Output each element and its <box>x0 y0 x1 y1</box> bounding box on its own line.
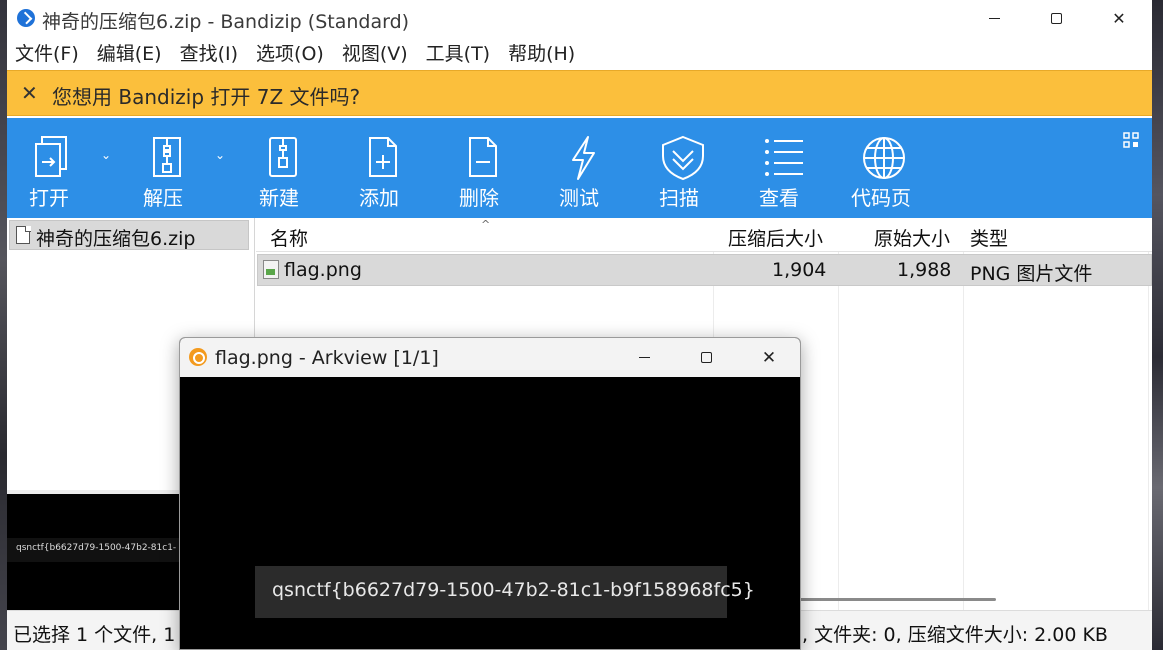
toolbar-delete-button[interactable]: 删除 <box>453 118 513 218</box>
toolbar-scan-label: 扫描 <box>659 186 699 210</box>
arkview-minimize-button[interactable] <box>612 338 676 377</box>
toolbar-view-button[interactable]: 查看 <box>753 118 813 218</box>
arkview-maximize-button[interactable] <box>674 338 738 377</box>
image-text-box: qsnctf{b6627d79-1500-47b2-81c1-b9f158968… <box>255 566 755 618</box>
bandizip-app-icon <box>17 9 35 27</box>
arkview-image-canvas[interactable]: qsnctf{b6627d79-1500-47b2-81c1-b9f158968… <box>180 377 800 649</box>
file-list-header: ^ 名称 压缩后大小 原始大小 类型 <box>256 218 1152 252</box>
toolbar-new-button[interactable]: 新建 <box>253 118 313 218</box>
menu-file[interactable]: 文件(F) <box>15 39 79 66</box>
codepage-globe-icon <box>863 137 905 179</box>
menu-edit[interactable]: 编辑(E) <box>97 39 162 66</box>
menu-view[interactable]: 视图(V) <box>342 39 408 66</box>
test-lightning-icon <box>572 136 595 180</box>
cell-type: PNG 图片文件 <box>970 263 1093 285</box>
extract-dropdown-arrow[interactable]: ⌄ <box>215 148 225 162</box>
minimize-icon <box>988 17 1000 19</box>
close-button[interactable]: ✕ <box>1087 0 1151 36</box>
column-header-type[interactable]: 类型 <box>970 224 1008 251</box>
toolbar-scan-button[interactable]: 扫描 <box>653 118 713 218</box>
table-row[interactable]: flag.png 1,904 1,988 PNG 图片文件 <box>257 254 1152 286</box>
open-icon <box>35 136 67 177</box>
arkview-title: flag.png - Arkview [1/1] <box>215 347 439 369</box>
toolbar-codepage-button[interactable]: 代码页 <box>847 118 921 218</box>
toolbar-open-button[interactable]: 打开 <box>23 118 83 218</box>
toolbar-extract-label: 解压 <box>143 186 183 210</box>
toolbar-codepage-label: 代码页 <box>851 186 911 210</box>
tree-item-label: 神奇的压缩包6.zip <box>36 228 196 250</box>
cell-original-size: 1,988 <box>897 259 952 281</box>
tree-item-archive[interactable]: 神奇的压缩包6.zip <box>9 220 249 250</box>
status-archive-info: , 文件夹: 0, 压缩文件大小: 2.00 KB <box>802 624 1108 646</box>
toolbar-test-button[interactable]: 测试 <box>553 118 613 218</box>
open-dropdown-arrow[interactable]: ⌄ <box>101 148 111 162</box>
minimize-icon <box>638 357 650 358</box>
image-flag-text: qsnctf{b6627d79-1500-47b2-81c1-b9f158968… <box>272 579 755 601</box>
menu-tools[interactable]: 工具(T) <box>426 39 490 66</box>
toolbar-delete-label: 删除 <box>459 186 499 210</box>
menu-find[interactable]: 查找(I) <box>180 39 238 66</box>
horizontal-scrollbar[interactable] <box>776 598 996 601</box>
archive-file-icon <box>16 225 31 244</box>
column-header-original-size[interactable]: 原始大小 <box>874 224 950 251</box>
window-title: 神奇的压缩包6.zip - Bandizip (Standard) <box>42 11 410 33</box>
column-header-name[interactable]: 名称 <box>270 224 308 251</box>
notification-text[interactable]: 您想用 Bandizip 打开 7Z 文件吗? <box>52 81 360 110</box>
toolbar-new-label: 新建 <box>259 186 299 210</box>
close-icon: ✕ <box>761 347 777 368</box>
maximize-icon <box>700 352 712 363</box>
delete-file-icon <box>469 137 497 177</box>
preview-thumbnail-text: qsnctf{b6627d79-1500-47b2-81c1- <box>16 543 177 553</box>
scan-shield-icon <box>662 135 704 181</box>
toolbar-extract-button[interactable]: 解压 <box>137 118 197 218</box>
arkview-app-icon <box>189 348 207 366</box>
minimize-button[interactable] <box>962 0 1026 36</box>
cell-compressed-size: 1,904 <box>772 259 827 281</box>
toolbar-test-label: 测试 <box>559 186 599 210</box>
arkview-title-bar[interactable]: flag.png - Arkview [1/1] ✕ <box>180 338 800 377</box>
column-header-compressed-size[interactable]: 压缩后大小 <box>728 224 823 251</box>
maximize-button[interactable] <box>1024 0 1088 36</box>
main-toolbar: 打开 ⌄ 解压 ⌄ 新建 添加 删除 测试 扫描 查看 代码页 <box>7 118 1152 218</box>
title-bar[interactable]: 神奇的压缩包6.zip - Bandizip (Standard) ✕ <box>7 0 1152 36</box>
arkview-close-button[interactable]: ✕ <box>737 338 800 377</box>
menu-bar: 文件(F) 编辑(E) 查找(I) 选项(O) 视图(V) 工具(T) 帮助(H… <box>7 36 1152 68</box>
notification-close-icon[interactable]: ✕ <box>21 81 38 105</box>
cell-name: flag.png <box>284 259 362 281</box>
layout-grid-icon[interactable] <box>1123 132 1139 148</box>
extract-icon <box>153 137 181 177</box>
toolbar-add-label: 添加 <box>359 186 399 210</box>
view-list-icon <box>765 139 803 176</box>
toolbar-add-button[interactable]: 添加 <box>353 118 413 218</box>
add-file-icon <box>369 137 397 177</box>
association-notification-bar: ✕ 您想用 Bandizip 打开 7Z 文件吗? <box>7 70 1152 116</box>
status-selection-text: 已选择 1 个文件, 1 <box>13 624 176 646</box>
new-archive-icon <box>269 137 297 177</box>
toolbar-open-label: 打开 <box>29 186 69 210</box>
toolbar-view-label: 查看 <box>759 186 799 210</box>
arkview-window: flag.png - Arkview [1/1] ✕ qsnctf{b6627d… <box>179 337 801 650</box>
maximize-icon <box>1050 12 1062 24</box>
close-icon: ✕ <box>1112 8 1126 28</box>
menu-options[interactable]: 选项(O) <box>256 39 324 66</box>
menu-help[interactable]: 帮助(H) <box>508 39 575 66</box>
sort-ascending-icon: ^ <box>481 218 491 231</box>
png-file-icon <box>263 260 279 279</box>
